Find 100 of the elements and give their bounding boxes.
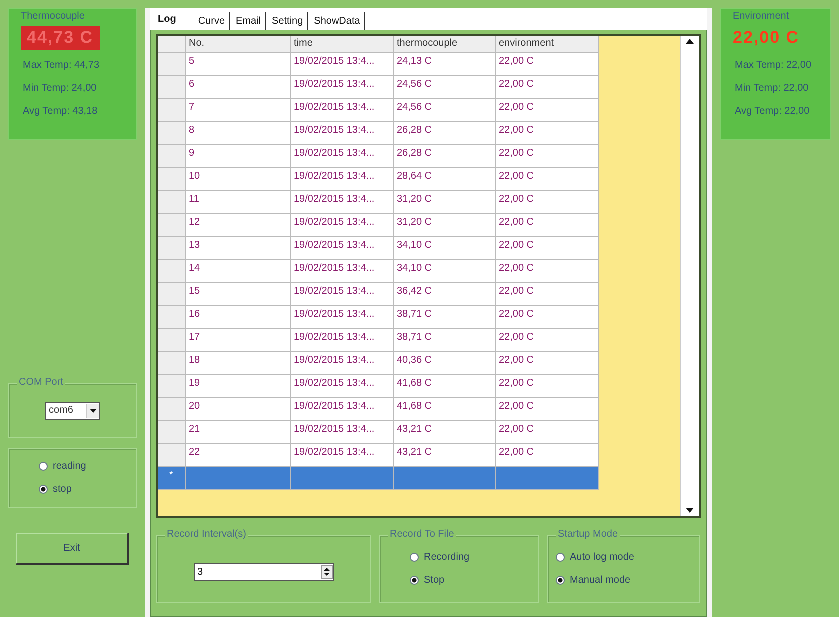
temperature-stat: Avg Temp: 22,00 (735, 106, 811, 117)
temperature-stat: Min Temp: 22,00 (735, 83, 810, 94)
temperature-stat: Min Temp: 24,00 (23, 83, 98, 94)
row-header[interactable] (158, 352, 186, 375)
table-cell: 22,00 C (496, 398, 599, 421)
table-cell: 22,00 C (496, 375, 599, 398)
row-header[interactable] (158, 122, 186, 145)
table-cell: 40,36 C (394, 352, 496, 375)
row-header[interactable] (158, 421, 186, 444)
table-cell: 22,00 C (496, 260, 599, 283)
table-cell: 20 (186, 398, 291, 421)
group-title: Record Interval(s) (165, 529, 248, 540)
table-cell: 41,68 C (394, 398, 496, 421)
scroll-down-icon[interactable] (686, 508, 694, 513)
table-cell: 18 (186, 352, 291, 375)
radio-option[interactable]: Recording (410, 552, 538, 563)
table-cell: 22,00 C (496, 99, 599, 122)
table-cell: 19/02/2015 13:4... (291, 421, 394, 444)
radio-option[interactable]: Manual mode (556, 575, 699, 586)
dropdown-arrow-icon (90, 408, 96, 412)
port-dropdown[interactable]: com6 (45, 402, 100, 420)
new-row-marker[interactable]: * (158, 467, 186, 490)
table-cell: 22,00 C (496, 53, 599, 76)
table-cell: 24,13 C (394, 53, 496, 76)
row-header[interactable] (158, 260, 186, 283)
row-header[interactable] (158, 191, 186, 214)
row-header[interactable] (158, 444, 186, 467)
column-header[interactable]: thermocouple (394, 36, 496, 53)
group-title: Record To File (388, 529, 456, 540)
temperature-value: 22,00 C (733, 27, 800, 49)
table-cell: 22,00 C (496, 214, 599, 237)
table-cell: 34,10 C (394, 260, 496, 283)
radio-option[interactable]: stop (39, 484, 136, 495)
table-cell: 22 (186, 444, 291, 467)
table-cell: 19/02/2015 13:4... (291, 444, 394, 467)
table-cell: 22,00 C (496, 421, 599, 444)
table-cell: 22,00 C (496, 329, 599, 352)
temperature-stat: Max Temp: 44,73 (23, 60, 101, 71)
row-header[interactable] (158, 237, 186, 260)
table-cell: 19/02/2015 13:4... (291, 99, 394, 122)
table-cell: 19 (186, 375, 291, 398)
radio-option[interactable]: reading (39, 461, 136, 472)
table-cell: 26,28 C (394, 145, 496, 168)
table-cell: 22,00 C (496, 76, 599, 99)
temperature-stat: Avg Temp: 43,18 (23, 106, 99, 117)
table-cell: 22,00 C (496, 283, 599, 306)
group-title: COM Port (17, 377, 66, 388)
table-cell: 31,20 C (394, 214, 496, 237)
table-cell: 7 (186, 99, 291, 122)
table-cell: 22,00 C (496, 306, 599, 329)
table-cell: 19/02/2015 13:4... (291, 283, 394, 306)
table-cell: 19/02/2015 13:4... (291, 329, 394, 352)
row-header[interactable] (158, 99, 186, 122)
table-cell: 19/02/2015 13:4... (291, 145, 394, 168)
column-header[interactable]: environment (496, 36, 599, 53)
temperature-stat: Max Temp: 22,00 (735, 60, 813, 71)
row-header[interactable] (158, 375, 186, 398)
group-title: Startup Mode (556, 529, 620, 540)
row-header[interactable] (158, 168, 186, 191)
column-header[interactable]: No. (186, 36, 291, 53)
table-cell: 8 (186, 122, 291, 145)
table-cell: 19/02/2015 13:4... (291, 398, 394, 421)
table-cell: 31,20 C (394, 191, 496, 214)
table-cell: 17 (186, 329, 291, 352)
table-cell: 22,00 C (496, 352, 599, 375)
table-cell: 22,00 C (496, 122, 599, 145)
table-cell: 19/02/2015 13:4... (291, 306, 394, 329)
spin-arrows-icon[interactable] (320, 565, 332, 579)
panel-title: Environment (733, 11, 790, 22)
table-cell: 22,00 C (496, 145, 599, 168)
table-cell: 43,21 C (394, 444, 496, 467)
interval-spinbox[interactable]: 3 (194, 563, 334, 581)
row-header[interactable] (158, 306, 186, 329)
exit-button[interactable]: Exit (16, 533, 129, 565)
table-cell: 19/02/2015 13:4... (291, 122, 394, 145)
table-cell: 38,71 C (394, 329, 496, 352)
row-header[interactable] (158, 398, 186, 421)
table-cell: 16 (186, 306, 291, 329)
row-header[interactable] (158, 329, 186, 352)
table-cell: 13 (186, 237, 291, 260)
row-header[interactable] (158, 145, 186, 168)
radio-option[interactable]: Auto log mode (556, 552, 699, 563)
scroll-up-icon[interactable] (686, 39, 694, 44)
column-header[interactable]: time (291, 36, 394, 53)
table-cell: 21 (186, 421, 291, 444)
row-header[interactable] (158, 214, 186, 237)
table-cell: 36,42 C (394, 283, 496, 306)
table-cell: 28,64 C (394, 168, 496, 191)
table-cell: 11 (186, 191, 291, 214)
row-header[interactable] (158, 283, 186, 306)
table-cell: 19/02/2015 13:4... (291, 53, 394, 76)
table-cell: 24,56 C (394, 99, 496, 122)
table-cell: 6 (186, 76, 291, 99)
table-cell: 19/02/2015 13:4... (291, 375, 394, 398)
row-header[interactable] (158, 76, 186, 99)
table-corner-cell (158, 36, 186, 53)
row-header[interactable] (158, 53, 186, 76)
table-cell: 12 (186, 214, 291, 237)
table-cell: 41,68 C (394, 375, 496, 398)
radio-option[interactable]: Stop (410, 575, 538, 586)
